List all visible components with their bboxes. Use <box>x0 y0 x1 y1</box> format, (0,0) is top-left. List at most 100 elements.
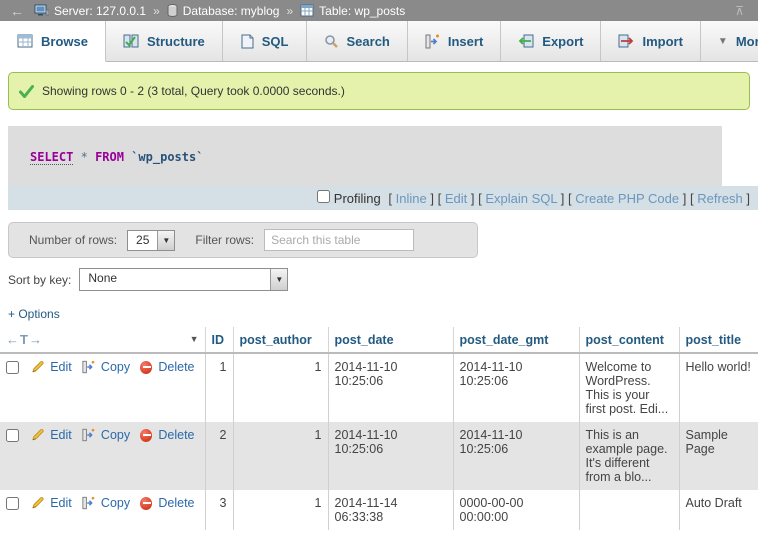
create-php-code-link[interactable]: Create PHP Code <box>575 191 679 206</box>
tab-structure[interactable]: Structure <box>106 21 223 61</box>
tab-import[interactable]: Import <box>601 21 700 61</box>
cell-id: 3 <box>205 490 233 530</box>
tab-label: More <box>736 34 758 49</box>
tab-label: Search <box>347 34 390 49</box>
sql-keyword-from: FROM <box>95 150 124 164</box>
breadcrumb-separator: » <box>153 4 160 18</box>
copy-row-link[interactable]: Copy <box>101 496 130 510</box>
result-controls-bar: Number of rows: 25 ▼ Filter rows: <box>8 222 478 258</box>
cell-post-date-gmt: 2014-11-10 10:25:06 <box>453 422 579 490</box>
edit-row-link[interactable]: Edit <box>50 496 72 510</box>
breadcrumb-table[interactable]: Table: wp_posts <box>319 4 405 18</box>
tab-search[interactable]: Search <box>307 21 408 61</box>
tab-browse[interactable]: Browse <box>0 21 106 62</box>
cell-id: 1 <box>205 353 233 422</box>
browse-icon <box>17 34 33 48</box>
sql-query-box: SELECT * FROM `wp_posts` <box>8 126 722 186</box>
edit-query-link[interactable]: Edit <box>445 191 467 206</box>
profiling-checkbox[interactable] <box>317 190 330 203</box>
sort-by-key-value: None <box>80 269 270 290</box>
cell-post-title: Sample Page <box>679 422 758 490</box>
edit-row-link[interactable]: Edit <box>50 360 72 374</box>
sql-keyword-select: SELECT <box>30 150 73 165</box>
tab-export[interactable]: Export <box>501 21 601 61</box>
tab-label: Browse <box>41 34 88 49</box>
cell-post-title: Hello world! <box>679 353 758 422</box>
results-table: ←T→ ▼ ID post_author post_date post_date… <box>0 327 758 530</box>
tab-label: Export <box>542 34 583 49</box>
delete-row-link[interactable]: Delete <box>158 496 194 510</box>
cell-post-author: 1 <box>233 490 328 530</box>
tab-label: SQL <box>262 34 289 49</box>
sort-by-key-select[interactable]: None ▼ <box>79 268 288 291</box>
profiling-label: Profiling <box>334 191 381 206</box>
explain-sql-link[interactable]: Explain SQL <box>485 191 557 206</box>
cell-post-content: This is an example page. It's different … <box>579 422 679 490</box>
transpose-control[interactable]: ←T→ <box>6 332 43 347</box>
edit-pencil-icon <box>31 428 44 442</box>
table-row: Edit Copy Delete 2 1 2014-11-10 10:25:06… <box>0 422 758 490</box>
bracket: [ <box>478 191 482 206</box>
tab-more[interactable]: ▼ More <box>701 21 758 61</box>
cell-post-date: 2014-11-10 10:25:06 <box>328 422 453 490</box>
breadcrumb-server[interactable]: Server: 127.0.0.1 <box>54 4 146 18</box>
column-header-post-date-gmt[interactable]: post_date_gmt <box>453 327 579 353</box>
tab-sql[interactable]: SQL <box>223 21 307 61</box>
filter-rows-label: Filter rows: <box>195 233 254 247</box>
cell-post-title: Auto Draft <box>679 490 758 530</box>
chevron-down-icon: ▼ <box>270 269 287 290</box>
sort-dropdown-icon[interactable]: ▼ <box>190 334 199 344</box>
query-section: SELECT * FROM `wp_posts` Profiling [ Inl… <box>8 126 750 210</box>
cell-post-date-gmt: 2014-11-10 10:25:06 <box>453 353 579 422</box>
delete-row-link[interactable]: Delete <box>158 428 194 442</box>
collapse-panel-icon[interactable]: ⊼ <box>735 5 744 17</box>
copy-row-icon <box>82 428 95 442</box>
copy-row-icon <box>82 496 95 510</box>
breadcrumb-bar: ← Server: 127.0.0.1 » Database: myblog »… <box>0 0 758 21</box>
bracket: ] <box>561 191 565 206</box>
tab-bar: Browse Structure SQL Search Insert Expor… <box>0 21 758 62</box>
actions-header: ←T→ ▼ <box>0 327 205 353</box>
column-header-post-date[interactable]: post_date <box>328 327 453 353</box>
column-header-id[interactable]: ID <box>205 327 233 353</box>
copy-row-link[interactable]: Copy <box>101 428 130 442</box>
filter-rows-input[interactable] <box>264 229 414 251</box>
cell-post-content: Welcome to WordPress. This is your first… <box>579 353 679 422</box>
tab-label: Structure <box>147 34 205 49</box>
delete-row-icon <box>140 361 152 374</box>
table-row: Edit Copy Delete 1 1 2014-11-10 10:25:06… <box>0 353 758 422</box>
refresh-link[interactable]: Refresh <box>697 191 743 206</box>
chevron-down-icon: ▼ <box>718 36 728 47</box>
breadcrumb-separator: » <box>286 4 293 18</box>
column-header-post-title[interactable]: post_title <box>679 327 758 353</box>
row-checkbox[interactable] <box>6 429 19 442</box>
options-toggle[interactable]: + Options <box>8 307 60 321</box>
cell-post-content <box>579 490 679 530</box>
cell-post-author: 1 <box>233 422 328 490</box>
row-checkbox[interactable] <box>6 497 19 510</box>
tab-insert[interactable]: Insert <box>408 21 501 61</box>
sort-row: Sort by key: None ▼ <box>8 268 758 291</box>
number-of-rows-select[interactable]: 25 ▼ <box>127 230 175 251</box>
bracket: ] <box>746 191 750 206</box>
table-row: Edit Copy Delete 3 1 2014-11-14 06:33:38… <box>0 490 758 530</box>
insert-icon <box>425 34 440 49</box>
cell-post-author: 1 <box>233 353 328 422</box>
edit-row-link[interactable]: Edit <box>50 428 72 442</box>
back-arrow-icon[interactable]: ← <box>0 3 34 19</box>
cell-id: 2 <box>205 422 233 490</box>
search-icon <box>324 34 339 49</box>
delete-row-icon <box>140 429 152 442</box>
copy-row-link[interactable]: Copy <box>101 360 130 374</box>
column-header-post-content[interactable]: post_content <box>579 327 679 353</box>
row-checkbox[interactable] <box>6 361 19 374</box>
database-icon <box>167 4 178 17</box>
breadcrumb-database[interactable]: Database: myblog <box>183 4 280 18</box>
delete-row-link[interactable]: Delete <box>158 360 194 374</box>
sql-table-name: `wp_posts` <box>131 150 203 164</box>
inline-link[interactable]: Inline <box>396 191 427 206</box>
sql-star: * <box>81 150 88 164</box>
success-check-icon <box>19 85 34 98</box>
column-header-post-author[interactable]: post_author <box>233 327 328 353</box>
cell-post-date: 2014-11-14 06:33:38 <box>328 490 453 530</box>
